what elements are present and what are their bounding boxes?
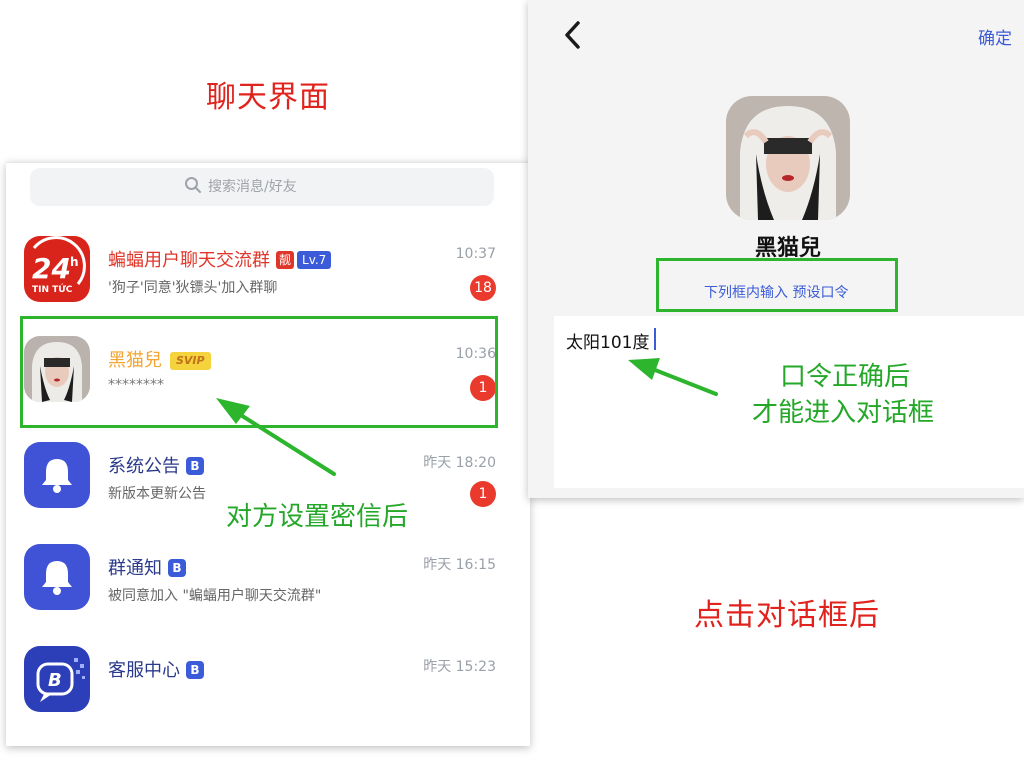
chat-name: 客服中心 B xyxy=(108,656,204,682)
avatar-group-notice xyxy=(24,544,90,610)
annotation-text: 对方设置密信后 xyxy=(226,502,409,532)
news-logo-icon: 24 h TIN TỨC xyxy=(32,236,86,295)
svg-text:24: 24 xyxy=(32,252,71,285)
chat-time: 昨天 15:23 xyxy=(423,659,496,675)
right-caption: 点击对话框后 xyxy=(694,598,880,633)
chat-bubble-b-icon: B xyxy=(36,658,85,702)
chat-name: 蝙蝠用户聊天交流群靓 Lv.7 xyxy=(108,246,332,272)
level-badge: Lv.7 xyxy=(297,251,332,269)
svg-text:h: h xyxy=(70,255,79,269)
back-icon[interactable] xyxy=(562,20,584,50)
search-placeholder: 搜索消息/好友 xyxy=(208,179,297,195)
chat-row-customer-service[interactable]: B 客服中心 B 昨天 15:23 xyxy=(6,634,530,734)
search-input[interactable]: 搜索消息/好友 xyxy=(30,168,494,206)
avatar-24h: 24 h TIN TỨC xyxy=(24,236,90,302)
svg-text:TIN TỨC: TIN TỨC xyxy=(32,283,73,295)
annotation-arrow xyxy=(628,358,718,396)
passcode-value: 太阳101度 xyxy=(566,333,650,353)
avatar-system xyxy=(24,442,90,508)
chat-time: 昨天 16:15 xyxy=(423,557,496,573)
chat-preview: 被同意加入 "蝙蝠用户聊天交流群" xyxy=(108,588,322,604)
confirm-button[interactable]: 确定 xyxy=(978,24,1012,49)
chat-time: 昨天 18:20 xyxy=(423,455,496,471)
bell-icon xyxy=(42,561,72,595)
unread-badge: 1 xyxy=(470,481,496,507)
chat-preview: '狗子'同意'狄镖头'加入群聊 xyxy=(108,280,278,296)
annotation-arrow xyxy=(216,398,336,476)
search-icon xyxy=(185,177,201,193)
profile-avatar xyxy=(726,96,850,220)
official-badge: B xyxy=(186,661,204,679)
chat-time: 10:37 xyxy=(455,246,496,262)
passcode-panel: 确定 黑猫兒 下列框内输入 预设口令 太阳101度 口令正确后 才能进入对话框 xyxy=(528,0,1024,498)
annotation-text-2: 才能进入对话框 xyxy=(752,398,935,428)
official-badge: B xyxy=(186,457,204,475)
bell-icon xyxy=(42,459,72,493)
chat-preview: 新版本更新公告 xyxy=(108,486,206,502)
avatar-customer-service: B xyxy=(24,646,90,712)
chat-list-panel: 搜索消息/好友 24 h TIN TỨC 蝙蝠用户聊天交流群靓 Lv.7 '狗子'… xyxy=(6,162,530,746)
svg-text:B: B xyxy=(48,670,62,691)
chat-row-group-notice[interactable]: 群通知 B 被同意加入 "蝙蝠用户聊天交流群" 昨天 16:15 xyxy=(6,530,530,630)
text-cursor xyxy=(654,328,656,350)
unread-badge: 18 xyxy=(470,275,496,301)
chat-name: 群通知 B xyxy=(108,554,186,580)
official-badge: B xyxy=(168,559,186,577)
left-caption: 聊天界面 xyxy=(206,80,330,115)
person-photo-icon xyxy=(726,96,850,220)
pretty-id-badge: 靓 xyxy=(276,251,295,269)
annotation-text-1: 口令正确后 xyxy=(780,362,911,392)
divider xyxy=(6,162,530,163)
passcode-hint: 下列框内输入 预设口令 xyxy=(704,285,849,301)
chat-name: 系统公告 B xyxy=(108,452,204,478)
chat-row-group[interactable]: 24 h TIN TỨC 蝙蝠用户聊天交流群靓 Lv.7 '狗子'同意'狄镖头'加… xyxy=(6,222,530,322)
